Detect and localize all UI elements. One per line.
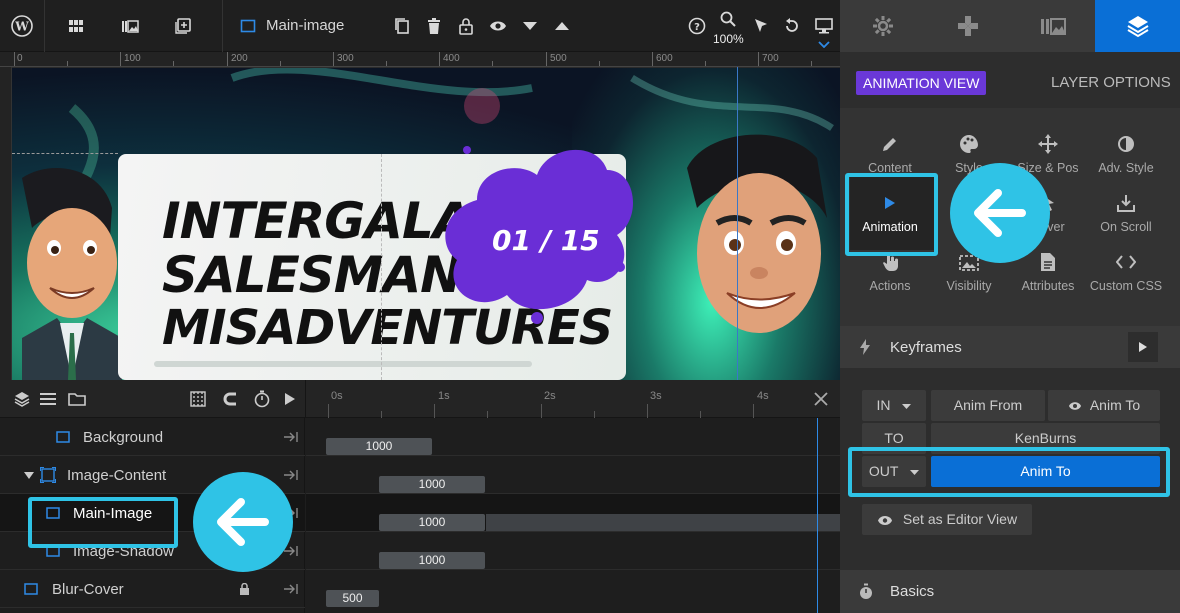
visibility-eye-icon[interactable] [482,10,514,42]
layer-shape-icon [56,431,70,443]
current-layer-name[interactable]: Main-image [266,17,344,34]
timeline-bar-extension[interactable] [486,514,840,531]
zoom-icon[interactable] [712,8,744,30]
gear-icon [872,16,893,36]
layers-icon[interactable] [12,389,32,409]
keyframes-section[interactable]: Keyframes [840,326,1180,368]
gamepad-icon [957,16,978,36]
lightning-icon [860,339,870,355]
card-progress-track [154,361,532,367]
timeline-bar[interactable]: 1000 [379,514,485,531]
tab-settings[interactable] [840,0,925,52]
play-keyframes-button[interactable] [1128,332,1158,362]
chevron-down-icon [902,403,912,409]
horizontal-ruler: 0 100 200 300 400 500 600 700 [0,52,840,67]
option-adv-style[interactable]: Adv. Style [1086,134,1166,190]
pointer-icon[interactable] [745,10,777,42]
collapse-arrow-icon[interactable] [283,431,299,443]
panel-tabs [840,0,1180,52]
download-icon [1117,195,1135,212]
slider-editor: W Main-image ? 100% 0 100 200 300 400 50… [0,0,1180,613]
top-toolbar: W Main-image ? 100% [0,0,840,52]
code-icon [1116,255,1136,269]
move-icon [1038,134,1058,154]
anim-to-button[interactable]: Anim To [1048,390,1160,421]
stopwatch-icon [860,583,872,599]
in-select[interactable]: IN [862,390,926,421]
media-library-icon[interactable] [114,10,146,42]
left-character-image[interactable] [12,168,122,380]
duplicate-icon[interactable] [386,10,418,42]
list-icon[interactable] [38,389,58,409]
option-on-scroll[interactable]: On Scroll [1086,193,1166,249]
folder-icon[interactable] [66,389,88,409]
media-icon [1040,18,1066,35]
layer-type-icon [232,10,264,42]
layer-options-tab[interactable]: LAYER OPTIONS [1051,74,1171,91]
right-panel: ANIMATION VIEW LAYER OPTIONS Content Sty… [840,0,1180,613]
delete-icon[interactable] [418,10,450,42]
svg-text:W: W [14,20,29,34]
layer-shape-icon [24,583,38,595]
main-image-highlight [28,497,178,548]
eye-icon [877,515,892,525]
left-arrow-callout-icon [950,163,1050,263]
expand-caret-icon[interactable] [24,472,34,479]
animation-highlight [845,173,938,256]
option-custom-css[interactable]: Custom CSS [1086,252,1166,308]
tab-layers[interactable] [1095,0,1180,52]
help-icon[interactable]: ? [681,10,713,42]
play-timeline-icon[interactable] [280,389,300,409]
timeline-tracks: 1000 1000 1000 1000 500 [306,418,840,613]
animation-view-badge[interactable]: ANIMATION VIEW [856,71,987,95]
eye-icon [1068,402,1081,411]
timeline-bar[interactable]: 1000 [326,438,432,455]
layers-icon [1126,16,1149,38]
stopwatch-icon[interactable] [251,388,273,410]
wordpress-icon[interactable]: W [6,10,38,42]
tab-slides[interactable] [1010,0,1095,52]
move-down-icon[interactable] [514,10,546,42]
lock-icon[interactable] [450,10,482,42]
playhead[interactable] [817,418,818,613]
magnet-icon[interactable] [220,389,240,409]
left-arrow-callout-icon [193,472,293,572]
collapse-arrow-icon[interactable] [283,583,299,595]
basics-section[interactable]: Basics [840,570,1180,613]
tab-navigation[interactable] [925,0,1010,52]
pencil-icon [883,138,896,151]
timeline-header: 0s 1s 2s 3s 4s [0,380,840,418]
zoom-level[interactable]: 100% [713,32,744,46]
set-editor-view-button[interactable]: Set as Editor View [862,504,1032,535]
move-up-icon[interactable] [546,10,578,42]
contrast-icon [1118,136,1134,152]
svg-text:?: ? [694,22,700,33]
palette-icon [960,135,978,153]
close-timeline-icon[interactable] [810,388,832,410]
layer-row-background[interactable]: Background [0,418,305,456]
group-icon [40,467,56,483]
right-character-image[interactable] [667,128,837,380]
undo-icon[interactable] [776,10,808,42]
timeline-bar[interactable]: 1000 [379,476,485,493]
slide-canvas[interactable]: INTERGALACTIC SALESMAN'S MISADVENTURES 0… [12,68,840,380]
slide-counter: 01 / 15 [492,224,600,257]
option-actions[interactable]: Actions [850,252,930,308]
layer-row-blur-cover[interactable]: Blur-Cover [0,570,305,608]
grid-snap-icon[interactable] [188,389,208,409]
vertical-guide-line[interactable] [737,67,738,380]
desktop-view-icon[interactable] [808,10,840,42]
timeline-bar[interactable]: 1000 [379,552,485,569]
locked-icon[interactable] [239,583,250,596]
device-chevron-icon[interactable] [818,41,830,48]
vertical-ruler [0,67,12,380]
timeline-bar[interactable]: 500 [326,590,379,607]
slides-grid-icon[interactable] [60,10,92,42]
out-row-highlight [848,447,1170,497]
anim-from-button[interactable]: Anim From [931,390,1045,421]
add-layer-icon[interactable] [167,10,199,42]
